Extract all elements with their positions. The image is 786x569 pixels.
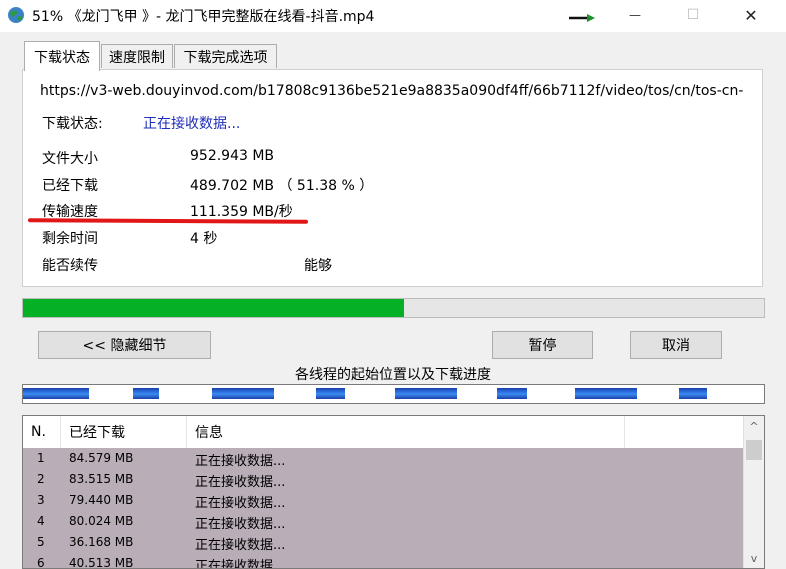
resume-label: 能否续传 [42,258,98,274]
threads-caption: 各线程的起始位置以及下载进度 [295,367,491,383]
table-row[interactable]: 1 84.579 MB 正在接收数据... [23,448,743,469]
row-number: 6 [37,556,45,569]
maximize-button[interactable]: ☐ [670,0,716,30]
column-header-downloaded[interactable]: 已经下载 [61,416,187,448]
download-progress-bar [22,298,765,318]
column-header-info[interactable]: 信息 [187,416,625,448]
row-info: 正在接收数据... [195,454,286,469]
row-downloaded: 80.024 MB [69,514,134,528]
thread-segment [678,388,707,399]
table-row[interactable]: 4 80.024 MB 正在接收数据... [23,511,743,532]
list-rows: 1 84.579 MB 正在接收数据... 2 83.515 MB 正在接收数据... 3 7… [23,448,743,569]
tab-completion-options[interactable]: 下载完成选项 [174,44,277,68]
scroll-down-icon[interactable]: v [744,552,764,568]
file-size-label: 文件大小 [42,151,98,167]
column-header-number[interactable]: N. [23,416,61,448]
row-info: 正在接收数据... [195,538,286,553]
row-info: 正在接收数据... [195,517,286,532]
row-downloaded: 83.515 MB [69,472,134,486]
pause-button[interactable]: 暂停 [492,331,593,359]
thread-progress-bar [22,384,765,404]
row-downloaded: 40.513 MB [69,556,134,569]
vertical-scrollbar[interactable]: ^ v [743,416,764,568]
row-number: 2 [37,472,45,486]
downloaded-value: 489.702 MB （ 51.38 % ） [190,178,374,194]
globe-app-icon [8,7,24,23]
thread-segment [211,388,275,399]
window-title: 51% 《龙门飞甲 》- 龙门飞甲完整版在线看-抖音.mp4 [32,9,375,25]
minimize-button[interactable]: — [612,0,658,30]
row-number: 1 [37,451,45,465]
thread-segment [315,388,346,399]
arrow-right-icon [569,14,595,22]
row-info: 正在接收数据... [195,475,286,490]
scroll-thumb[interactable] [746,440,762,460]
thread-segment [575,388,638,399]
resume-value: 能够 [304,258,332,274]
thread-segment [23,388,89,399]
tab-download-status[interactable]: 下载状态 [24,41,100,71]
table-row[interactable]: 2 83.515 MB 正在接收数据... [23,469,743,490]
thread-segment [497,388,527,399]
remaining-time-label: 剩余时间 [42,231,98,247]
row-number: 4 [37,514,45,528]
table-row[interactable]: 5 36.168 MB 正在接收数据... [23,532,743,553]
hide-details-button[interactable]: << 隐藏细节 [38,331,211,359]
list-header: N. 已经下载 信息 [23,416,743,448]
tab-speed-limit[interactable]: 速度限制 [101,44,173,68]
thread-list: N. 已经下载 信息 1 84.579 MB 正在接收数据... 2 83.515 MB… [22,415,765,569]
download-url: https://v3-web.douyinvod.com/b17808c9136… [40,83,744,99]
scroll-up-icon[interactable]: ^ [744,420,764,436]
thread-segment [394,388,458,399]
file-size-value: 952.943 MB [190,148,275,164]
minimize-icon: — [629,8,641,22]
table-row[interactable]: 3 79.440 MB 正在接收数据... [23,490,743,511]
remaining-time-value: 4 秒 [190,231,218,247]
downloaded-label: 已经下载 [42,178,98,194]
close-button[interactable]: ✕ [728,0,774,30]
progress-fill [23,299,404,317]
row-downloaded: 84.579 MB [69,451,134,465]
row-info: 正在接收数据... [195,496,286,511]
row-downloaded: 36.168 MB [69,535,134,549]
cancel-button[interactable]: 取消 [630,331,722,359]
maximize-icon: ☐ [686,7,700,23]
status-label: 下载状态: [42,116,103,132]
row-number: 3 [37,493,45,507]
thread-segment [132,388,160,399]
speed-value: 111.359 MB/秒 [190,204,293,220]
status-value: 正在接收数据... [143,116,241,132]
status-panel [22,69,763,287]
close-icon: ✕ [744,5,758,25]
row-info: 正在接收数据... [195,559,286,569]
row-downloaded: 79.440 MB [69,493,134,507]
table-row[interactable]: 6 40.513 MB 正在接收数据... [23,553,743,569]
row-number: 5 [37,535,45,549]
